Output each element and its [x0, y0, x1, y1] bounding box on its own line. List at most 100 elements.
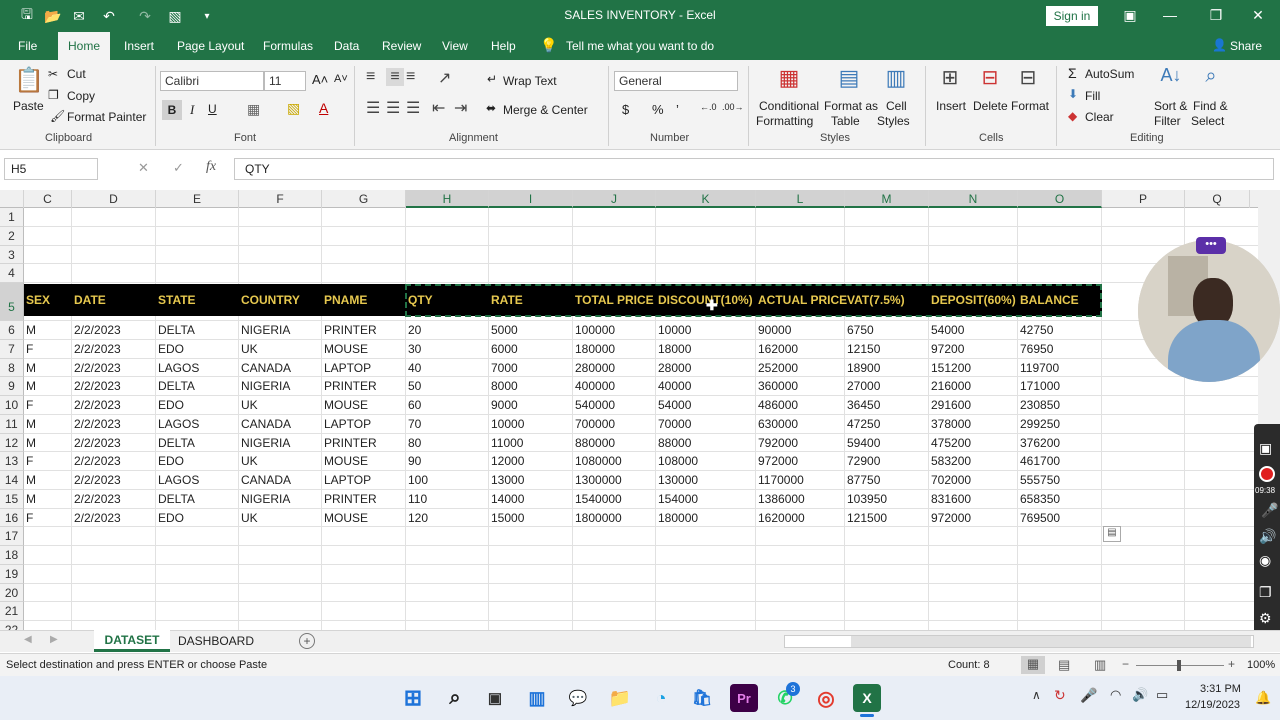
align-left-icon[interactable]: ☰	[366, 98, 380, 118]
table-cell[interactable]: 100000	[573, 323, 615, 337]
table-cell[interactable]: 27000	[845, 379, 880, 393]
table-header-cell[interactable]: RATE	[489, 293, 523, 307]
sort-filter-button[interactable]: Sort &	[1154, 99, 1187, 113]
table-cell[interactable]: 6750	[845, 323, 874, 337]
paste-button[interactable]: Paste	[13, 99, 44, 113]
table-cell[interactable]: 280000	[573, 361, 615, 375]
table-cell[interactable]: 8000	[489, 379, 518, 393]
table-cell[interactable]: EDO	[156, 342, 184, 356]
column-header[interactable]: M	[845, 190, 929, 208]
table-cell[interactable]: NIGERIA	[239, 323, 290, 337]
column-header[interactable]: H	[406, 190, 489, 208]
insert-function-icon[interactable]: fx	[206, 159, 216, 175]
table-header-cell[interactable]: COUNTRY	[239, 293, 300, 307]
font-color-icon[interactable]: A	[319, 100, 328, 116]
merge-icon[interactable]: ⬌	[486, 101, 496, 115]
table-cell[interactable]: LAGOS	[156, 361, 199, 375]
zoom-out-icon[interactable]: −	[1122, 657, 1129, 671]
clear-button[interactable]: Clear	[1085, 110, 1114, 124]
battery-icon[interactable]: ▭	[1156, 687, 1168, 703]
table-cell[interactable]: 2/2/2023	[72, 379, 121, 393]
table-cell[interactable]: UK	[239, 342, 258, 356]
page-break-view-icon[interactable]: ▥	[1094, 657, 1106, 673]
windows-start-icon[interactable]: ⊞	[399, 684, 427, 712]
row-header[interactable]: 9	[0, 377, 24, 396]
table-cell[interactable]: 87750	[845, 473, 880, 487]
table-cell[interactable]: 1800000	[573, 511, 622, 525]
row-header[interactable]: 1	[0, 208, 24, 227]
sort-filter-icon[interactable]: A↓	[1158, 65, 1184, 93]
table-cell[interactable]: 103950	[845, 492, 887, 506]
table-cell[interactable]: F	[24, 511, 33, 525]
table-cell[interactable]: 230850	[1018, 398, 1060, 412]
table-cell[interactable]: 151200	[929, 361, 971, 375]
table-cell[interactable]: M	[24, 379, 36, 393]
store-icon[interactable]: 🛍	[688, 684, 716, 712]
table-cell[interactable]: LAGOS	[156, 417, 199, 431]
table-header-cell[interactable]: BALANCE	[1018, 293, 1079, 307]
table-cell[interactable]: 40000	[656, 379, 691, 393]
currency-icon[interactable]: $	[622, 102, 629, 117]
record-icon[interactable]	[1259, 466, 1275, 482]
camera-icon[interactable]: ▣	[1259, 440, 1272, 457]
table-cell[interactable]: LAPTOP	[322, 361, 371, 375]
row-header[interactable]: 16	[0, 508, 24, 528]
table-cell[interactable]: 2/2/2023	[72, 511, 121, 525]
table-cell[interactable]: PRINTER	[322, 379, 377, 393]
table-cell[interactable]: 10000	[656, 323, 691, 337]
copy-button[interactable]: Copy	[67, 89, 95, 103]
increase-decimal-icon[interactable]: ←.0	[700, 102, 717, 112]
column-header[interactable]: G	[322, 190, 406, 208]
table-cell[interactable]: 121500	[845, 511, 887, 525]
settings-icon[interactable]: ⚙	[1259, 610, 1272, 627]
table-cell[interactable]: 378000	[929, 417, 971, 431]
table-cell[interactable]: 360000	[756, 379, 798, 393]
table-cell[interactable]: 6000	[489, 342, 518, 356]
maximize-icon[interactable]: ❐	[1204, 4, 1228, 26]
delete-cells-icon[interactable]: ⊟	[978, 65, 1002, 93]
decrease-font-icon[interactable]: A˅	[334, 73, 348, 85]
table-header-cell[interactable]: DISCOUNT(10%)	[656, 293, 753, 307]
table-header-cell[interactable]: DATE	[72, 293, 106, 307]
table-cell[interactable]: M	[24, 417, 36, 431]
table-cell[interactable]: 90	[406, 454, 421, 468]
enter-icon[interactable]: ✓	[173, 160, 184, 176]
cell-styles-button[interactable]: Cell	[886, 99, 907, 113]
table-cell[interactable]: 180000	[656, 511, 698, 525]
table-cell[interactable]: 70	[406, 417, 421, 431]
table-cell[interactable]: UK	[239, 398, 258, 412]
table-cell[interactable]: 80	[406, 436, 421, 450]
tab-data[interactable]: Data	[334, 39, 359, 53]
table-cell[interactable]: 11000	[489, 436, 523, 450]
row-header[interactable]: 13	[0, 452, 24, 471]
table-cell[interactable]: 162000	[756, 342, 798, 356]
format-painter-icon[interactable]: 🖌	[50, 109, 65, 123]
webcam-toggle-icon[interactable]: ◉	[1259, 552, 1271, 569]
table-cell[interactable]: 180000	[573, 342, 615, 356]
orientation-icon[interactable]: ↗	[438, 68, 451, 88]
bold-button[interactable]: B	[162, 100, 182, 120]
insert-cells-button[interactable]: Insert	[936, 99, 966, 113]
tab-file[interactable]: File	[18, 39, 37, 53]
table-cell[interactable]: CANADA	[239, 417, 291, 431]
row-header[interactable]: 11	[0, 414, 24, 434]
table-cell[interactable]: 299250	[1018, 417, 1060, 431]
wrap-text-button[interactable]: Wrap Text	[503, 74, 557, 88]
table-cell[interactable]: 630000	[756, 417, 798, 431]
column-header[interactable]: O	[1018, 190, 1102, 208]
table-cell[interactable]: 658350	[1018, 492, 1060, 506]
table-cell[interactable]: 18000	[656, 342, 691, 356]
percent-icon[interactable]: %	[652, 102, 664, 117]
table-cell[interactable]: 769500	[1018, 511, 1060, 525]
align-middle-icon[interactable]: ≡	[386, 68, 404, 86]
table-cell[interactable]: 555750	[1018, 473, 1060, 487]
edge-browser-icon[interactable]: ◔	[647, 684, 675, 712]
table-cell[interactable]: MOUSE	[322, 398, 368, 412]
table-cell[interactable]: 2/2/2023	[72, 454, 121, 468]
table-cell[interactable]: 1300000	[573, 473, 622, 487]
table-cell[interactable]: 475200	[929, 436, 971, 450]
file-explorer-icon[interactable]: 📁	[606, 684, 634, 712]
table-cell[interactable]: 2/2/2023	[72, 473, 121, 487]
tab-view[interactable]: View	[442, 39, 468, 53]
table-cell[interactable]: MOUSE	[322, 342, 368, 356]
